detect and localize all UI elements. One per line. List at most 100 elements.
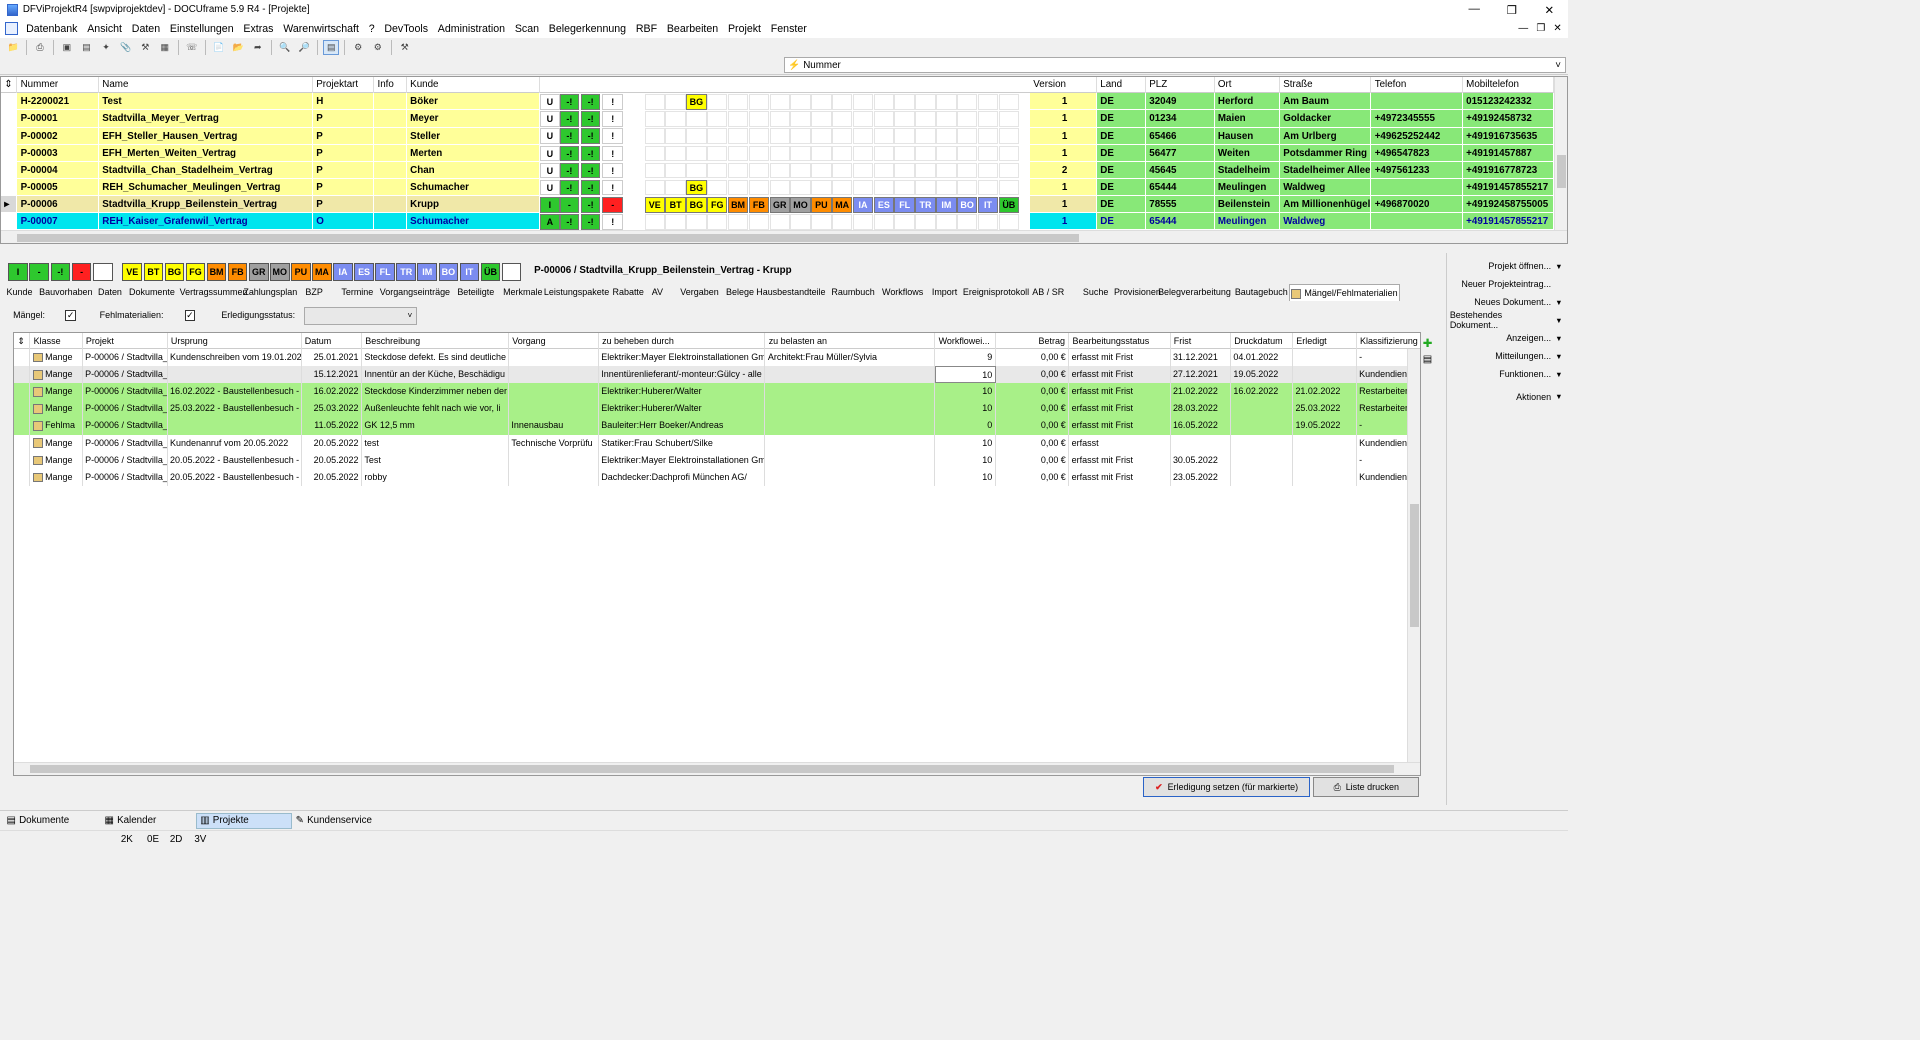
- phase-cell[interactable]: BT: [665, 196, 686, 213]
- phase-tag[interactable]: ÜB: [480, 262, 501, 281]
- menu-item-8[interactable]: Administration: [433, 23, 510, 35]
- maengel-grid-hscroll[interactable]: [14, 761, 1421, 775]
- menu-item-7[interactable]: DevTools: [379, 23, 432, 35]
- phase-cell[interactable]: [686, 145, 707, 162]
- phase-cell[interactable]: IA: [852, 196, 874, 213]
- phase-cell[interactable]: [915, 214, 936, 230]
- phase-cell[interactable]: [707, 162, 728, 179]
- status-flag[interactable]: -!: [580, 162, 601, 179]
- phase-tag[interactable]: BM: [206, 262, 227, 281]
- workflow-icon[interactable]: ⚙: [350, 40, 366, 55]
- phase-tag[interactable]: IT: [459, 262, 480, 281]
- calendar-icon[interactable]: ▦: [157, 40, 173, 55]
- phase-cell[interactable]: [831, 214, 853, 230]
- col-nummer[interactable]: Nummer: [17, 76, 99, 94]
- phase-cell[interactable]: [665, 214, 686, 230]
- phase-cell[interactable]: [686, 128, 707, 144]
- phase-tag[interactable]: MO: [269, 262, 290, 281]
- status-flag[interactable]: !: [602, 145, 624, 162]
- phase-cell[interactable]: [769, 111, 790, 127]
- tab-item[interactable]: Bautagebuch: [1233, 284, 1289, 300]
- status-flag[interactable]: -!: [580, 214, 601, 230]
- phase-cell[interactable]: [873, 145, 895, 162]
- tab-item[interactable]: Belege: [724, 284, 755, 300]
- phase-cell[interactable]: [894, 94, 915, 110]
- phase-cell[interactable]: [894, 179, 915, 196]
- gears-icon[interactable]: ⚙: [370, 40, 386, 55]
- menu-item-4[interactable]: Extras: [238, 23, 278, 35]
- phase-cell[interactable]: [831, 179, 853, 196]
- menu-item-9[interactable]: Scan: [510, 23, 544, 35]
- chevron-down-icon[interactable]: ˅: [1551, 60, 1566, 71]
- status-flag[interactable]: -: [602, 196, 624, 213]
- maengel-row[interactable]: Mange P-00006 / Stadtvilla_ 20.05.2022 - B…: [14, 468, 1414, 487]
- tab-item[interactable]: Vergaben: [679, 284, 721, 300]
- phase-cell[interactable]: [748, 162, 770, 179]
- status-flag[interactable]: -!: [580, 111, 601, 127]
- menu-item-10[interactable]: Belegerkennung: [544, 23, 631, 35]
- menu-item-14[interactable]: Fenster: [766, 23, 812, 35]
- status-flag[interactable]: I: [540, 196, 560, 213]
- minimize-icon[interactable]: —: [1455, 3, 1493, 17]
- col-status[interactable]: Bearbeitungsstatus: [1069, 332, 1171, 349]
- phase-cell[interactable]: [686, 111, 707, 127]
- phase-cell[interactable]: [998, 162, 1019, 179]
- col-mobil[interactable]: Mobiltelefon: [1463, 76, 1555, 94]
- action-2[interactable]: Neues Dokument... ▼: [1450, 294, 1564, 310]
- filter-field-selector[interactable]: ⚡ Nummer ˅: [784, 57, 1567, 74]
- phase-cell[interactable]: [707, 94, 728, 110]
- phase-tag[interactable]: VE: [122, 262, 143, 281]
- col-erledigt[interactable]: Erledigt: [1293, 332, 1357, 349]
- phase-cell[interactable]: IT: [977, 196, 999, 213]
- tab-item[interactable]: Raumbuch: [830, 284, 877, 300]
- project-row[interactable]: ▸ P-00006 Stadtvilla_Krupp_Beilenstein_Ver…: [1, 196, 1567, 214]
- col-wf[interactable]: Workflowei...: [935, 332, 996, 349]
- col-betrag[interactable]: Betrag: [996, 332, 1070, 349]
- col-projektart[interactable]: Projektart: [313, 76, 375, 94]
- phase-cell[interactable]: FG: [707, 196, 728, 213]
- tab-item[interactable]: Import: [930, 284, 959, 300]
- tab-item[interactable]: Provisionen: [1112, 284, 1162, 300]
- phase-cell[interactable]: [727, 162, 749, 179]
- status-tag[interactable]: -: [29, 262, 49, 281]
- phase-cell[interactable]: [811, 111, 832, 127]
- card-icon[interactable]: ▣: [59, 40, 75, 55]
- maengel-grid-vscroll[interactable]: [1406, 348, 1421, 764]
- phase-cell[interactable]: [748, 111, 770, 127]
- tab-item[interactable]: Daten: [96, 284, 123, 300]
- status-flag[interactable]: !: [602, 162, 624, 179]
- phase-cell[interactable]: [956, 94, 978, 110]
- col-ort[interactable]: Ort: [1215, 76, 1280, 94]
- phase-cell[interactable]: [873, 94, 895, 110]
- phase-cell[interactable]: [769, 214, 790, 230]
- phase-cell[interactable]: [977, 162, 999, 179]
- phase-cell[interactable]: [811, 128, 832, 144]
- phase-cell[interactable]: [811, 94, 832, 110]
- phase-cell[interactable]: [936, 214, 957, 230]
- phase-cell[interactable]: [727, 111, 749, 127]
- tab-item[interactable]: Workflows: [880, 284, 924, 300]
- phase-cell[interactable]: [894, 162, 915, 179]
- phase-cell[interactable]: [852, 214, 874, 230]
- phase-cell[interactable]: [665, 145, 686, 162]
- phase-cell[interactable]: [915, 94, 936, 110]
- status-flag[interactable]: U: [540, 94, 560, 110]
- menu-item-6[interactable]: ?: [364, 23, 380, 35]
- menu-item-5[interactable]: Warenwirtschaft: [278, 23, 363, 35]
- phase-cell[interactable]: [956, 162, 978, 179]
- phase-cell[interactable]: [873, 162, 895, 179]
- maengel-row[interactable]: Mange P-00006 / Stadtvilla_ Kundenschreibe…: [14, 348, 1407, 367]
- phase-cell[interactable]: [852, 145, 874, 162]
- status-flag[interactable]: -!: [559, 94, 580, 110]
- phase-cell[interactable]: BM: [727, 196, 749, 213]
- phase-cell[interactable]: [894, 128, 915, 144]
- phase-cell[interactable]: [894, 214, 915, 230]
- sort-icon[interactable]: ⇕: [1, 76, 18, 94]
- col-frist[interactable]: Frist: [1171, 332, 1231, 349]
- phase-cell[interactable]: [790, 214, 811, 230]
- phase-cell[interactable]: [707, 111, 728, 127]
- status-flag[interactable]: -!: [580, 179, 601, 196]
- action-6[interactable]: Funktionen... ▼: [1450, 366, 1564, 382]
- phase-cell[interactable]: [748, 214, 770, 230]
- phase-cell[interactable]: [727, 179, 749, 196]
